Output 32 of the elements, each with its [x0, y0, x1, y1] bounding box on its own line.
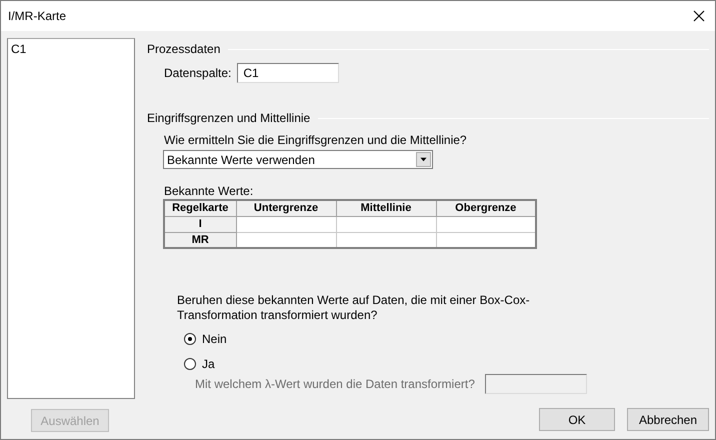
group-heading: Eingriffsgrenzen und Mittellinie: [147, 111, 310, 125]
value-cell[interactable]: [436, 232, 536, 248]
value-cell[interactable]: [336, 216, 436, 232]
column-header: Mittellinie: [336, 200, 436, 216]
field-label: Mit welchem λ-Wert wurden die Daten transformiert?: [195, 377, 475, 391]
question-text: Wie ermitteln Sie die Eingriffsgrenzen und die Mittellinie?: [164, 133, 468, 147]
cancel-button[interactable]: Abbrechen: [627, 408, 709, 431]
caret-icon: [416, 152, 431, 167]
ok-button[interactable]: OK: [539, 408, 615, 431]
column-header: Obergrenze: [436, 200, 536, 216]
variable-list[interactable]: C1: [7, 38, 135, 399]
column-header: Untergrenze: [236, 200, 336, 216]
radio-icon[interactable]: [184, 333, 196, 345]
method-dropdown[interactable]: Bekannte Werte verwenden: [163, 150, 433, 169]
list-item[interactable]: C1: [10, 41, 132, 57]
radio-button[interactable]: Ja: [184, 357, 709, 371]
value-cell[interactable]: [336, 232, 436, 248]
column-header: Regelkarte: [164, 200, 236, 216]
value-cell[interactable]: [236, 216, 336, 232]
window-title: I/MR-Karte: [8, 9, 66, 23]
value-cell[interactable]: [236, 232, 336, 248]
table-label: Bekannte Werte:: [164, 184, 254, 198]
value-cell[interactable]: [436, 216, 536, 232]
group-heading: Prozessdaten: [147, 42, 220, 56]
radio-button[interactable]: Nein: [184, 332, 709, 346]
row-header: MR: [164, 232, 236, 248]
field-label: Datenspalte:: [164, 66, 232, 80]
question-text: Beruhen diese bekannten Werte auf Daten, die mit einer Box-Cox-Transformation transformiert wurden?: [177, 293, 531, 323]
row-header: I: [164, 216, 236, 232]
data-column-field[interactable]: C1: [237, 63, 340, 83]
close-icon[interactable]: [693, 10, 705, 22]
radio-icon[interactable]: [184, 358, 196, 370]
